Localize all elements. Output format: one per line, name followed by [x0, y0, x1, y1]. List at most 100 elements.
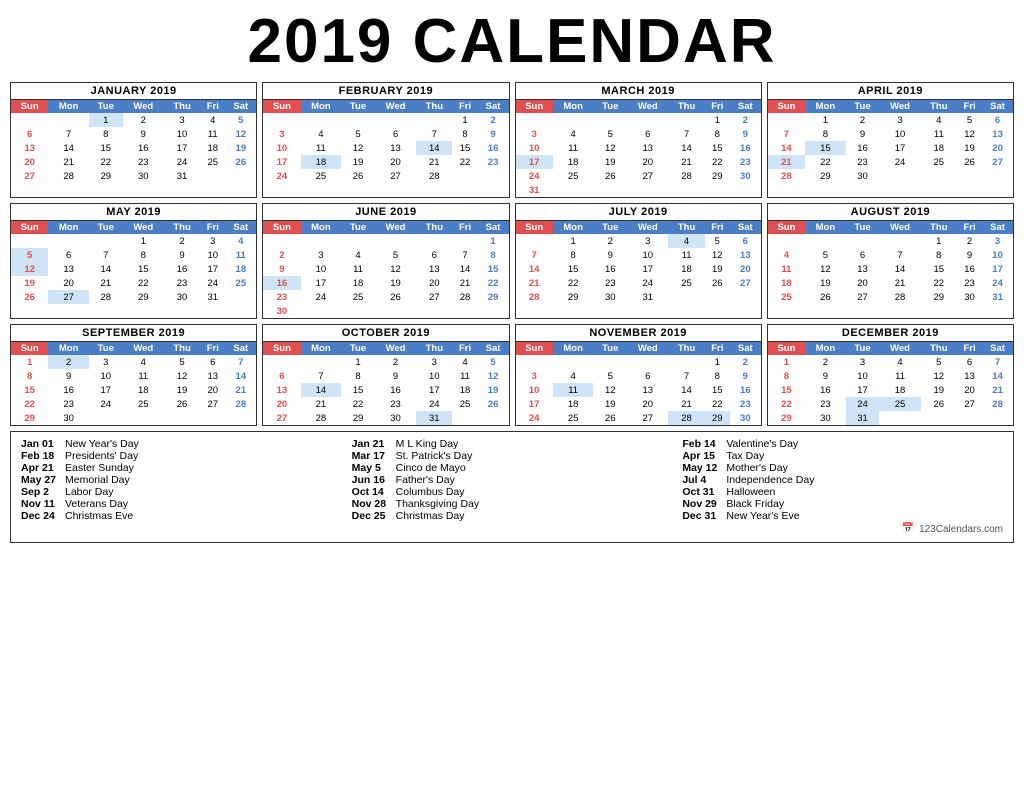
cal-day: 3	[879, 113, 920, 127]
day-header-mon: Mon	[553, 100, 594, 113]
holiday-item: Nov 28Thanksgiving Day	[352, 498, 673, 510]
cal-day: 3	[89, 355, 123, 369]
cal-day: 18	[225, 262, 256, 276]
holiday-date: Nov 29	[682, 498, 720, 510]
cal-day: 3	[516, 369, 553, 383]
holiday-name: St. Patrick's Day	[396, 450, 473, 462]
cal-day: 3	[516, 127, 553, 141]
cal-day: 6	[982, 113, 1013, 127]
cal-day: 15	[11, 383, 48, 397]
cal-day: 6	[200, 355, 225, 369]
cal-day: 15	[123, 262, 164, 276]
cal-day: 27	[11, 169, 48, 183]
cal-day	[341, 113, 375, 127]
cal-day: 1	[478, 234, 509, 248]
month-3: MARCH 2019SunMonTueWedThuFriSat123456789…	[515, 82, 762, 198]
cal-day	[11, 113, 48, 127]
holiday-date: Mar 17	[352, 450, 390, 462]
month-title: APRIL 2019	[768, 83, 1013, 100]
cal-day: 30	[593, 290, 627, 304]
cal-day: 9	[593, 248, 627, 262]
cal-day: 13	[416, 262, 452, 276]
cal-day: 26	[705, 276, 730, 290]
cal-day: 26	[225, 155, 256, 169]
holiday-name: Columbus Day	[396, 486, 465, 498]
cal-day: 1	[705, 113, 730, 127]
cal-day: 14	[416, 141, 452, 155]
cal-day: 25	[200, 155, 225, 169]
cal-day: 22	[768, 397, 805, 411]
cal-day: 20	[48, 276, 89, 290]
holiday-date: Jul 4	[682, 474, 720, 486]
holidays-section: Jan 01New Year's DayFeb 18Presidents' Da…	[10, 431, 1014, 543]
cal-day: 3	[416, 355, 452, 369]
day-header-sun: Sun	[11, 100, 48, 113]
cal-day: 21	[668, 155, 704, 169]
cal-day: 8	[123, 248, 164, 262]
cal-day: 23	[957, 276, 982, 290]
day-header-thu: Thu	[921, 221, 957, 234]
cal-day	[553, 355, 594, 369]
day-header-thu: Thu	[921, 342, 957, 355]
cal-day: 7	[879, 248, 920, 262]
cal-day: 10	[516, 141, 553, 155]
cal-day: 27	[982, 155, 1013, 169]
cal-day: 21	[668, 397, 704, 411]
holiday-item: Dec 24Christmas Eve	[21, 510, 342, 522]
cal-day: 1	[705, 355, 730, 369]
month-12: DECEMBER 2019SunMonTueWedThuFriSat123456…	[767, 324, 1014, 426]
cal-day: 3	[164, 113, 200, 127]
cal-day	[705, 183, 730, 197]
cal-day	[123, 411, 164, 425]
day-header-thu: Thu	[921, 100, 957, 113]
cal-day: 27	[263, 411, 300, 425]
cal-day	[416, 304, 452, 318]
day-header-fri: Fri	[957, 221, 982, 234]
day-header-fri: Fri	[452, 100, 477, 113]
month-title: DECEMBER 2019	[768, 325, 1013, 342]
day-header-sat: Sat	[225, 342, 256, 355]
cal-day: 17	[164, 141, 200, 155]
cal-day: 29	[805, 169, 846, 183]
cal-day: 4	[553, 127, 594, 141]
cal-day	[921, 169, 957, 183]
cal-day: 16	[730, 383, 761, 397]
month-title: JULY 2019	[516, 204, 761, 221]
cal-day: 13	[957, 369, 982, 383]
cal-day: 30	[805, 411, 846, 425]
cal-day: 24	[516, 411, 553, 425]
holiday-date: Dec 25	[352, 510, 390, 522]
cal-day: 26	[375, 290, 416, 304]
holiday-item: Nov 11Veterans Day	[21, 498, 342, 510]
cal-day: 11	[452, 369, 477, 383]
holiday-date: Sep 2	[21, 486, 59, 498]
day-header-thu: Thu	[668, 221, 704, 234]
day-header-fri: Fri	[452, 342, 477, 355]
day-header-thu: Thu	[164, 100, 200, 113]
cal-day: 13	[263, 383, 300, 397]
holiday-name: Easter Sunday	[65, 462, 134, 474]
cal-day: 3	[846, 355, 880, 369]
day-header-sat: Sat	[982, 342, 1013, 355]
cal-day	[593, 355, 627, 369]
day-header-wed: Wed	[627, 342, 668, 355]
cal-day: 13	[730, 248, 761, 262]
cal-day: 20	[263, 397, 300, 411]
day-header-sun: Sun	[11, 342, 48, 355]
cal-day: 9	[263, 262, 300, 276]
day-header-sun: Sun	[768, 100, 805, 113]
day-header-thu: Thu	[416, 100, 452, 113]
cal-day: 15	[341, 383, 375, 397]
cal-day: 20	[957, 383, 982, 397]
cal-day: 19	[341, 155, 375, 169]
cal-day: 26	[593, 169, 627, 183]
holiday-date: Dec 31	[682, 510, 720, 522]
month-title: NOVEMBER 2019	[516, 325, 761, 342]
cal-day: 2	[593, 234, 627, 248]
cal-day: 25	[301, 169, 342, 183]
holiday-item: May 5Cinco de Mayo	[352, 462, 673, 474]
day-header-tue: Tue	[89, 100, 123, 113]
cal-day: 12	[164, 369, 200, 383]
day-header-sat: Sat	[730, 221, 761, 234]
cal-day: 5	[921, 355, 957, 369]
